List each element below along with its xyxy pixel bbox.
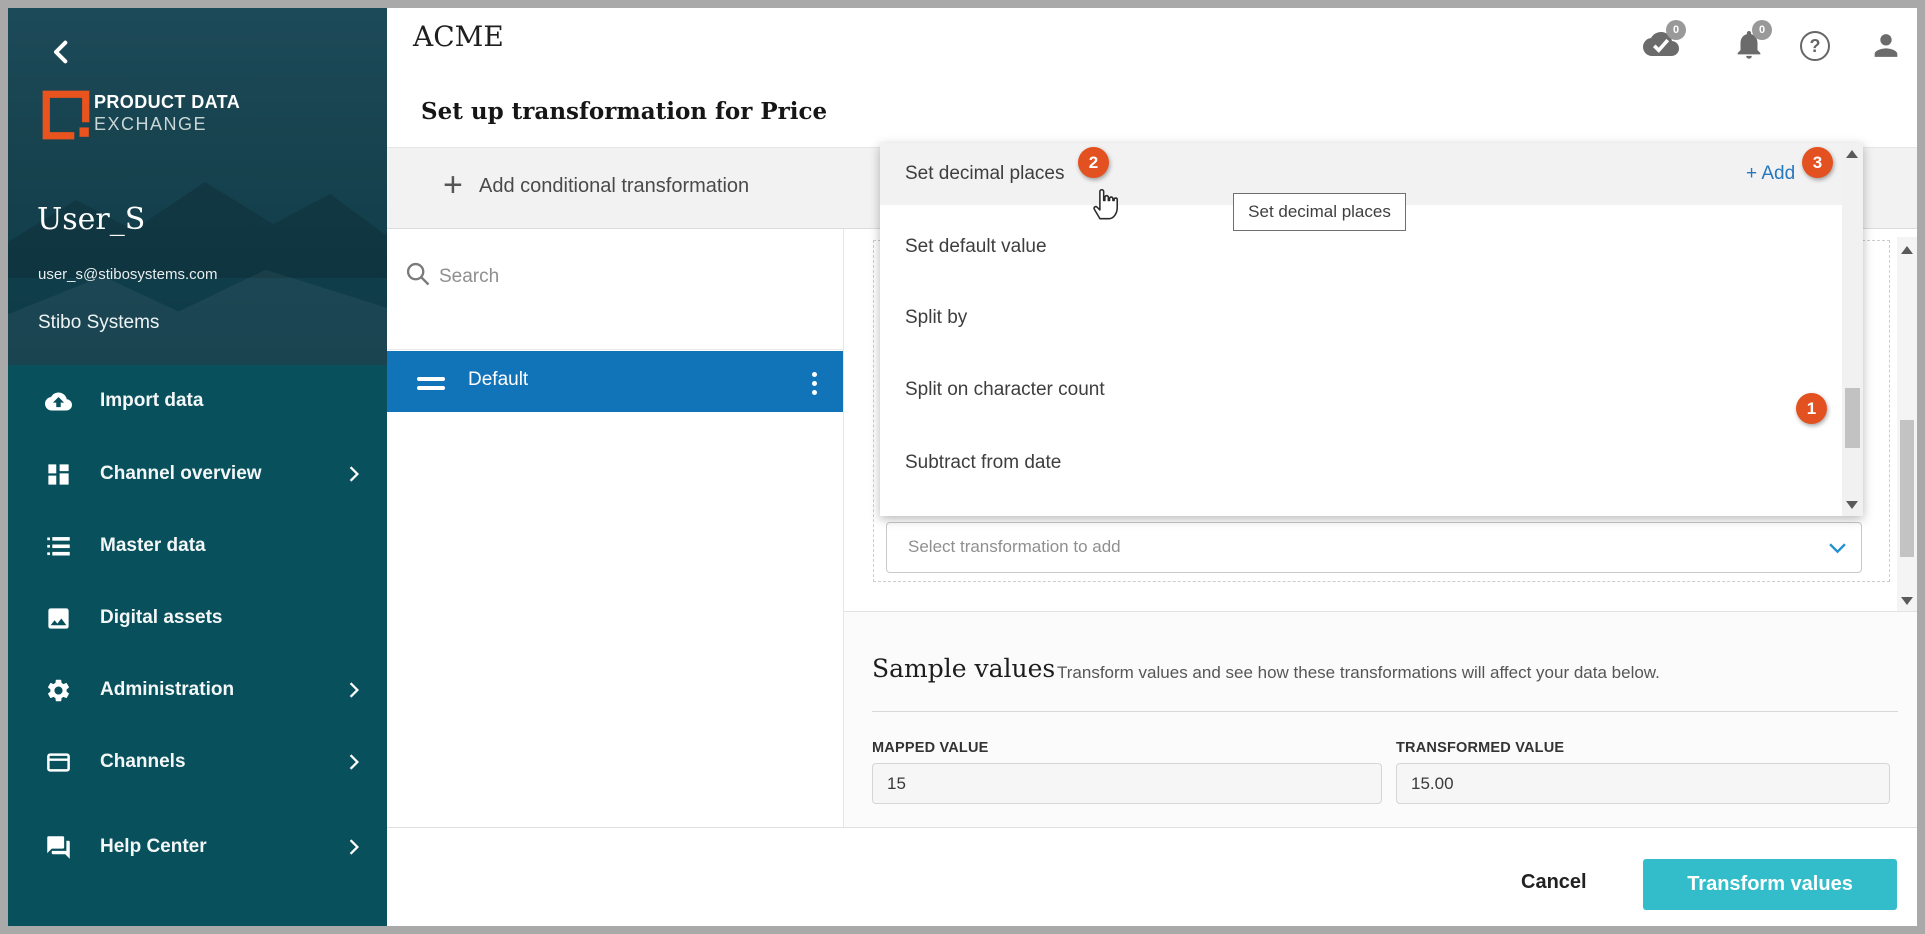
help-button[interactable]: ? bbox=[1800, 31, 1830, 61]
chevron-right-icon bbox=[349, 682, 359, 698]
gear-icon bbox=[45, 677, 72, 704]
transformation-row-default[interactable]: Default bbox=[387, 351, 843, 412]
cloud-upload-icon bbox=[45, 388, 72, 415]
page-scrollbar[interactable] bbox=[1897, 237, 1917, 614]
person-icon bbox=[1869, 28, 1903, 63]
sidebar-item-master-data[interactable]: Master data bbox=[8, 517, 387, 575]
chevron-right-icon bbox=[349, 754, 359, 770]
menu-item-split-on-character-count[interactable]: Split on character count bbox=[880, 359, 1842, 421]
menu-item-label: Split by bbox=[905, 307, 967, 329]
chevron-left-icon bbox=[50, 40, 70, 64]
page-title: Set up transformation for Price bbox=[421, 98, 827, 125]
cancel-button[interactable]: Cancel bbox=[1521, 871, 1587, 894]
mapped-value-label: MAPPED VALUE bbox=[872, 740, 989, 756]
logo-text-line1: PRODUCT DATA bbox=[94, 92, 240, 113]
search-icon bbox=[404, 260, 432, 288]
transformed-value-label: TRANSFORMED VALUE bbox=[1396, 740, 1564, 756]
sidebar-item-digital-assets[interactable]: Digital assets bbox=[8, 589, 387, 647]
image-icon bbox=[45, 605, 72, 632]
sample-values-section: Sample values Transform values and see h… bbox=[844, 611, 1917, 827]
sidebar-item-label: Channel overview bbox=[100, 463, 262, 485]
user-email: user_s@stibosystems.com bbox=[38, 266, 217, 283]
sidebar-item-label: Import data bbox=[100, 390, 203, 412]
menu-item-label: Set default value bbox=[905, 236, 1047, 258]
sidebar: PRODUCT DATA EXCHANGE User_S user_s@stib… bbox=[8, 8, 387, 926]
mapped-value-input[interactable] bbox=[872, 763, 1382, 804]
question-mark-icon: ? bbox=[1800, 31, 1830, 61]
tooltip: Set decimal places bbox=[1233, 193, 1406, 231]
menu-scrollbar-thumb[interactable] bbox=[1845, 388, 1860, 448]
logo-square-icon bbox=[40, 88, 92, 142]
scroll-up-arrow-icon[interactable] bbox=[1846, 150, 1858, 158]
menu-item-label: Subtract from date bbox=[905, 452, 1061, 474]
menu-item-subtract-from-date[interactable]: Subtract from date bbox=[880, 432, 1842, 494]
callout-badge-1: 1 bbox=[1796, 393, 1827, 424]
user-organization: Stibo Systems bbox=[38, 312, 159, 334]
transformed-value-input[interactable] bbox=[1396, 763, 1890, 804]
list-icon bbox=[45, 533, 72, 560]
page-scrollbar-thumb[interactable] bbox=[1900, 420, 1914, 557]
menu-scrollbar[interactable] bbox=[1842, 143, 1863, 516]
profile-button[interactable] bbox=[1869, 28, 1903, 68]
select-transformation-dropdown[interactable]: Select transformation to add bbox=[886, 522, 1862, 573]
kebab-menu-icon[interactable] bbox=[812, 368, 817, 399]
menu-item-label: Set decimal places bbox=[905, 163, 1064, 185]
search-input[interactable] bbox=[439, 257, 819, 297]
menu-item-split-by[interactable]: Split by bbox=[880, 287, 1842, 349]
divider bbox=[872, 711, 1898, 712]
sample-values-title: Sample values bbox=[872, 654, 1055, 683]
page-company-name: ACME bbox=[413, 20, 504, 53]
scroll-up-arrow-icon[interactable] bbox=[1901, 246, 1913, 254]
sidebar-item-label: Channels bbox=[100, 751, 186, 773]
sample-values-description: Transform values and see how these trans… bbox=[1057, 663, 1660, 683]
notifications-count-badge: 0 bbox=[1752, 20, 1772, 40]
sidebar-item-administration[interactable]: Administration bbox=[8, 661, 387, 719]
card-icon bbox=[45, 749, 72, 776]
scroll-down-arrow-icon[interactable] bbox=[1901, 597, 1913, 605]
collapse-sidebar-button[interactable] bbox=[50, 40, 80, 70]
sidebar-item-import-data[interactable]: Import data bbox=[8, 372, 387, 430]
dashboard-icon bbox=[45, 461, 72, 488]
chevron-right-icon bbox=[349, 466, 359, 482]
sidebar-item-label: Help Center bbox=[100, 836, 207, 858]
menu-item-label: Split on character count bbox=[905, 379, 1105, 401]
chevron-down-icon bbox=[1829, 543, 1846, 554]
callout-badge-2: 2 bbox=[1078, 147, 1109, 178]
transformation-row-label: Default bbox=[468, 369, 528, 391]
hand-pointer-cursor-icon bbox=[1088, 182, 1124, 227]
sidebar-item-help-center[interactable]: Help Center bbox=[8, 818, 387, 876]
drag-handle-icon[interactable] bbox=[417, 372, 445, 395]
sidebar-item-label: Master data bbox=[100, 535, 206, 557]
chevron-right-icon bbox=[349, 839, 359, 855]
sidebar-item-channel-overview[interactable]: Channel overview bbox=[8, 445, 387, 503]
select-placeholder: Select transformation to add bbox=[908, 537, 1121, 557]
plus-icon: + bbox=[443, 166, 463, 205]
user-name: User_S bbox=[37, 202, 145, 237]
add-transformation-link[interactable]: + Add bbox=[1746, 163, 1795, 185]
logo-text-line2: EXCHANGE bbox=[94, 114, 207, 135]
transformations-list-panel: Default bbox=[387, 229, 844, 827]
tasks-count-badge: 0 bbox=[1666, 20, 1686, 40]
transform-values-button[interactable]: Transform values bbox=[1643, 859, 1897, 910]
callout-badge-3: 3 bbox=[1802, 147, 1833, 178]
search-row[interactable] bbox=[387, 229, 843, 350]
scroll-down-arrow-icon[interactable] bbox=[1846, 501, 1858, 509]
sidebar-item-channels[interactable]: Channels bbox=[8, 733, 387, 791]
sidebar-item-label: Digital assets bbox=[100, 607, 223, 629]
product-data-exchange-logo bbox=[40, 88, 92, 147]
chat-icon bbox=[45, 834, 72, 861]
sidebar-item-label: Administration bbox=[100, 679, 234, 701]
add-conditional-transformation-label: Add conditional transformation bbox=[479, 175, 749, 198]
